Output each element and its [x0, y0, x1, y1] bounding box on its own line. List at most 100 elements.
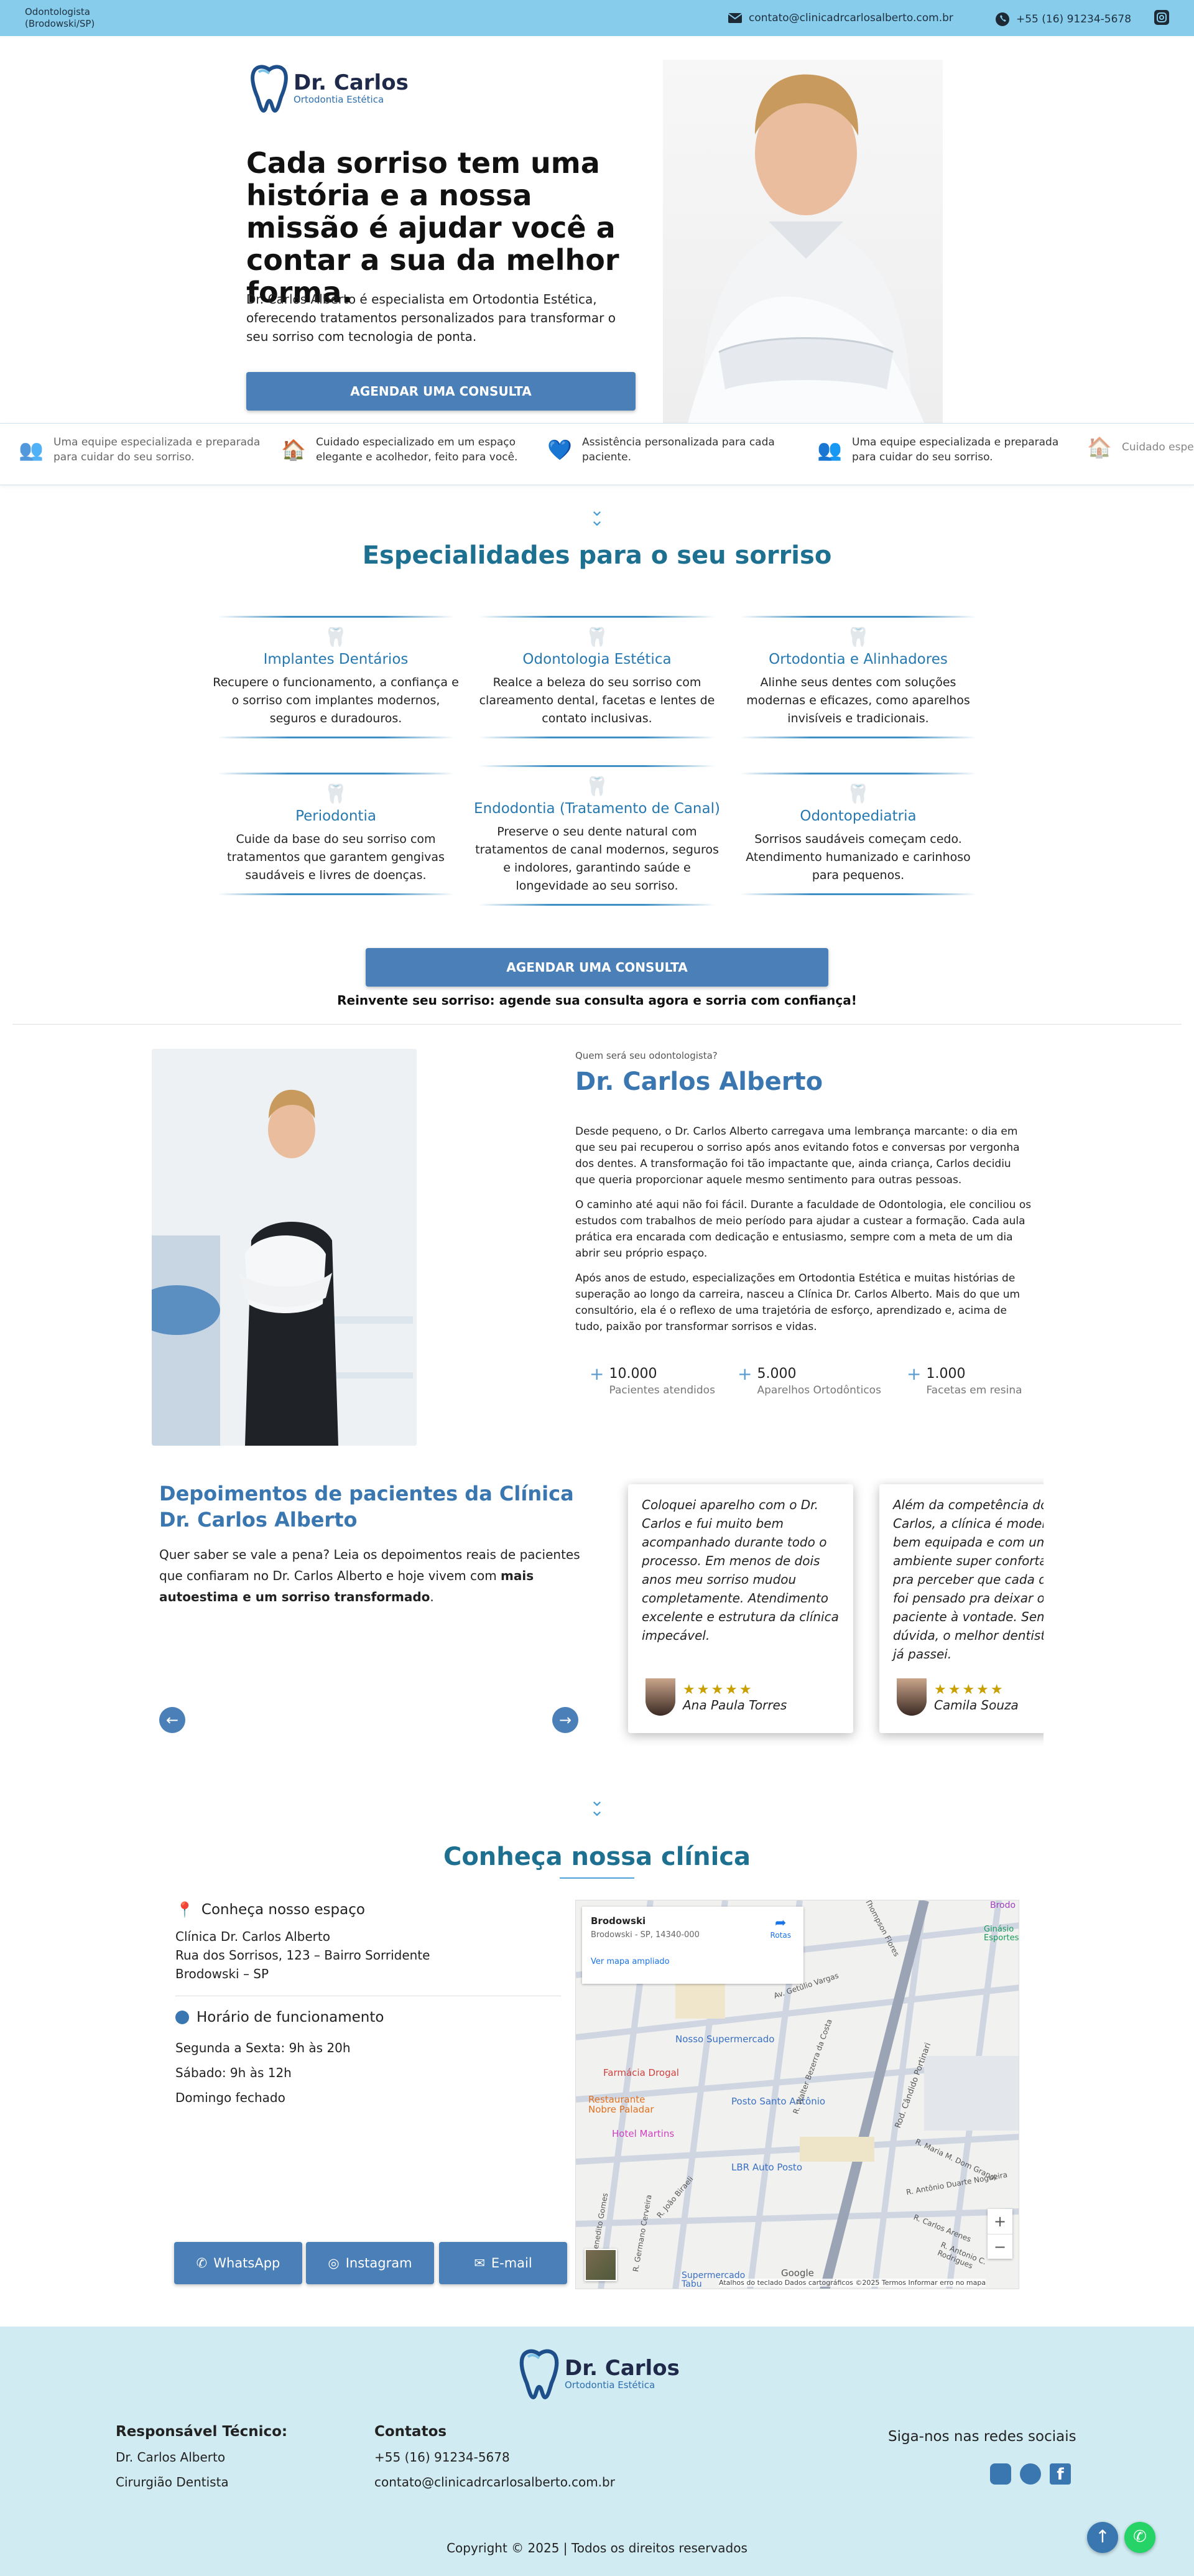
- place-address: Brodowski - SP, 14340-000: [591, 1930, 700, 1940]
- topbar-phone[interactable]: +55 (16) 91234-5678: [995, 12, 1131, 27]
- specialty-card: 🦷 Periodontia Cuide da base do seu sorri…: [211, 773, 460, 895]
- directions-label: Rotas: [770, 1931, 791, 1940]
- scroll-top-button[interactable]: ↑: [1087, 2522, 1118, 2553]
- location-text: Odontologista (Brodowski/SP): [25, 6, 95, 29]
- email-text: contato@clinicadrcarlosalberto.com.br: [749, 12, 953, 24]
- hours-line: Domingo fechado: [175, 2090, 285, 2105]
- prev-arrow-button[interactable]: ←: [159, 1707, 185, 1733]
- doctor-name: Dr. Carlos Alberto: [575, 1067, 823, 1096]
- satellite-toggle[interactable]: [585, 2249, 617, 2281]
- topbar-email[interactable]: contato@clinicadrcarlosalberto.com.br: [728, 12, 953, 24]
- star-rating: ★★★★★: [934, 1681, 1005, 1698]
- specialty-card: 🦷 Odontopediatria Sorrisos saudáveis com…: [734, 773, 983, 895]
- testimonials-viewport: Coloquei aparelho com o Dr. Carlos e fui…: [616, 1478, 1044, 1746]
- brodo-marker[interactable]: Brodo: [990, 1900, 1016, 1910]
- ginasio-marker[interactable]: Ginásio Esportes: [984, 1925, 1019, 1943]
- hero-doctor-photo: [663, 60, 943, 423]
- hours-heading: Horário de funcionamento: [175, 2009, 384, 2025]
- whatsapp-icon: [996, 12, 1009, 26]
- avatar: [897, 1678, 927, 1716]
- zoom-controls: + −: [988, 2209, 1012, 2259]
- tooth-implant-icon: 🦷: [324, 626, 348, 648]
- testimonial-text: Coloquei aparelho com o Dr. Carlos e fui…: [642, 1497, 839, 1643]
- facebook-icon[interactable]: f: [1050, 2463, 1071, 2485]
- strip-item: 👥 Uma equipe especializada e preparada p…: [817, 435, 1078, 465]
- map-attribution[interactable]: Atalhos do teclado Dados cartográficos ©…: [719, 2279, 986, 2287]
- testimonials-description: Quer saber se vale a pena? Leia os depoi…: [159, 1544, 582, 1607]
- schedule-button[interactable]: Agendar uma consulta: [366, 948, 828, 987]
- top-bar: Odontologista (Brodowski/SP) contato@cli…: [0, 0, 1194, 36]
- heartbeat-icon: 💙: [547, 438, 572, 462]
- lbr-posto-marker[interactable]: LBR Auto Posto: [731, 2162, 802, 2173]
- larger-map-link[interactable]: Ver mapa ampliado: [591, 1957, 795, 1966]
- testimonial-author: ★★★★★ Ana Paula Torres: [646, 1678, 787, 1716]
- restaurante-marker[interactable]: Restaurante Nobre Paladar: [588, 2095, 663, 2114]
- header-logo[interactable]: Dr. Carlos Ortodontia Estética: [250, 63, 409, 113]
- hero-description: Dr. Carlos Alberto é especialista em Ort…: [246, 292, 616, 344]
- space-heading: 📍 Conheça nosso espaço: [175, 1901, 365, 1918]
- strip-item: 💙 Assistência personalizada para cada pa…: [547, 435, 808, 465]
- about-kicker: Quem será seu odontologista?: [575, 1050, 718, 1061]
- cta-subtitle: Reinvente seu sorriso: agende sua consul…: [337, 993, 857, 1008]
- email-button[interactable]: ✉ E-mail: [439, 2242, 567, 2284]
- plus-icon: +: [590, 1364, 604, 1384]
- title-underline: [560, 1877, 634, 1879]
- zoom-out-button[interactable]: −: [988, 2234, 1012, 2259]
- address-block: Clínica Dr. Carlos Alberto Rua dos Sorri…: [175, 1927, 430, 1983]
- hero-cta-button[interactable]: Agendar uma consulta: [246, 372, 636, 411]
- instagram-button[interactable]: ◎ Instagram: [306, 2242, 434, 2284]
- hours-block: Segunda a Sexta: 9h às 20h Sábado: 9h às…: [175, 2035, 351, 2110]
- resp-heading: Responsável Técnico:: [116, 2424, 288, 2440]
- braces-icon: 🦷: [846, 626, 870, 648]
- footer-logo[interactable]: Dr. Carlos Ortodontia Estética: [519, 2348, 680, 2400]
- specialty-title: Ortodontia e Alinhadores: [769, 651, 948, 667]
- resp-line: Cirurgião Dentista: [116, 2475, 229, 2490]
- whatsapp-float-button[interactable]: ✆: [1124, 2522, 1155, 2553]
- stat-braces: + 5.000 Aparelhos Ortodônticos: [738, 1365, 881, 1397]
- stat-veneers: + 1.000 Facetas em resina: [907, 1365, 1022, 1397]
- hours-heading-text: Horário de funcionamento: [197, 2009, 384, 2025]
- logo-name: Dr. Carlos: [294, 70, 409, 95]
- specialty-title: Periodontia: [295, 808, 376, 824]
- specialty-card: 🦷 Odontologia Estética Realce a beleza d…: [473, 616, 721, 738]
- instagram-icon[interactable]: [1154, 10, 1169, 25]
- map-place-card: Brodowski Brodowski - SP, 14340-000 Ver …: [582, 1907, 803, 1984]
- specialties-title: Especialidades para o seu sorriso: [362, 541, 832, 570]
- tooth-sparkle-icon: 🦷: [585, 626, 609, 648]
- footer-social-icons: f: [990, 2463, 1071, 2485]
- next-arrow-button[interactable]: →: [552, 1707, 578, 1733]
- contacts-heading: Contatos: [374, 2424, 447, 2440]
- testimonial-author: ★★★★★ Camila Souza: [897, 1678, 1019, 1716]
- specialty-desc: Realce a beleza do seu sorriso com clare…: [479, 676, 715, 725]
- map-embed[interactable]: Nosso Supermercado Farmácia Drogal Resta…: [575, 1900, 1019, 2289]
- doctor-clinic-photo: [152, 1049, 417, 1446]
- hotel-marker[interactable]: Hotel Martins: [612, 2128, 674, 2139]
- zoom-in-button[interactable]: +: [988, 2209, 1012, 2234]
- testimonial-card: Coloquei aparelho com o Dr. Carlos e fui…: [628, 1484, 853, 1733]
- posto-marker[interactable]: Posto Santo Antônio: [731, 2096, 825, 2107]
- whatsapp-button[interactable]: ✆ WhatsApp: [174, 2242, 302, 2284]
- specialty-desc: Recupere o funcionamento, a confiança e …: [213, 676, 459, 725]
- contact-phone[interactable]: +55 (16) 91234-5678: [374, 2445, 615, 2470]
- root-canal-icon: 🦷: [585, 776, 609, 797]
- strip-text: Cuidado especializado em um espaço elega…: [316, 436, 518, 463]
- author-name: Camila Souza: [934, 1697, 1019, 1713]
- specialty-desc: Sorrisos saudáveis começam cedo. Atendim…: [746, 832, 971, 882]
- farmacia-marker[interactable]: Farmácia Drogal: [603, 2067, 679, 2078]
- whatsapp-icon: ✆: [196, 2256, 208, 2271]
- directions-button[interactable]: ➦ Rotas: [771, 1915, 791, 1940]
- team-icon: 👥: [19, 438, 44, 462]
- strip-item: 🏠 Cuidado especializado em um espaço ele…: [1087, 435, 1194, 460]
- instagram-icon[interactable]: [990, 2463, 1011, 2485]
- contact-email[interactable]: contato@clinicadrcarlosalberto.com.br: [374, 2470, 615, 2495]
- stat-label: Aparelhos Ortodônticos: [757, 1384, 881, 1397]
- whatsapp-icon[interactable]: [1020, 2463, 1041, 2485]
- specialty-desc: Alinhe seus dentes com soluções modernas…: [746, 676, 970, 725]
- child-tooth-icon: 🦷: [846, 783, 870, 805]
- nosso-supermercado-marker[interactable]: Nosso Supermercado: [675, 2034, 774, 2045]
- star-rating: ★★★★★: [683, 1681, 754, 1698]
- stat-number: 10.000: [609, 1366, 657, 1382]
- strip-text: Assistência personalizada para cada paci…: [582, 436, 775, 463]
- directions-icon: ➦: [775, 1915, 787, 1931]
- chevron-down-icon: ⌄ ⌄: [590, 500, 604, 530]
